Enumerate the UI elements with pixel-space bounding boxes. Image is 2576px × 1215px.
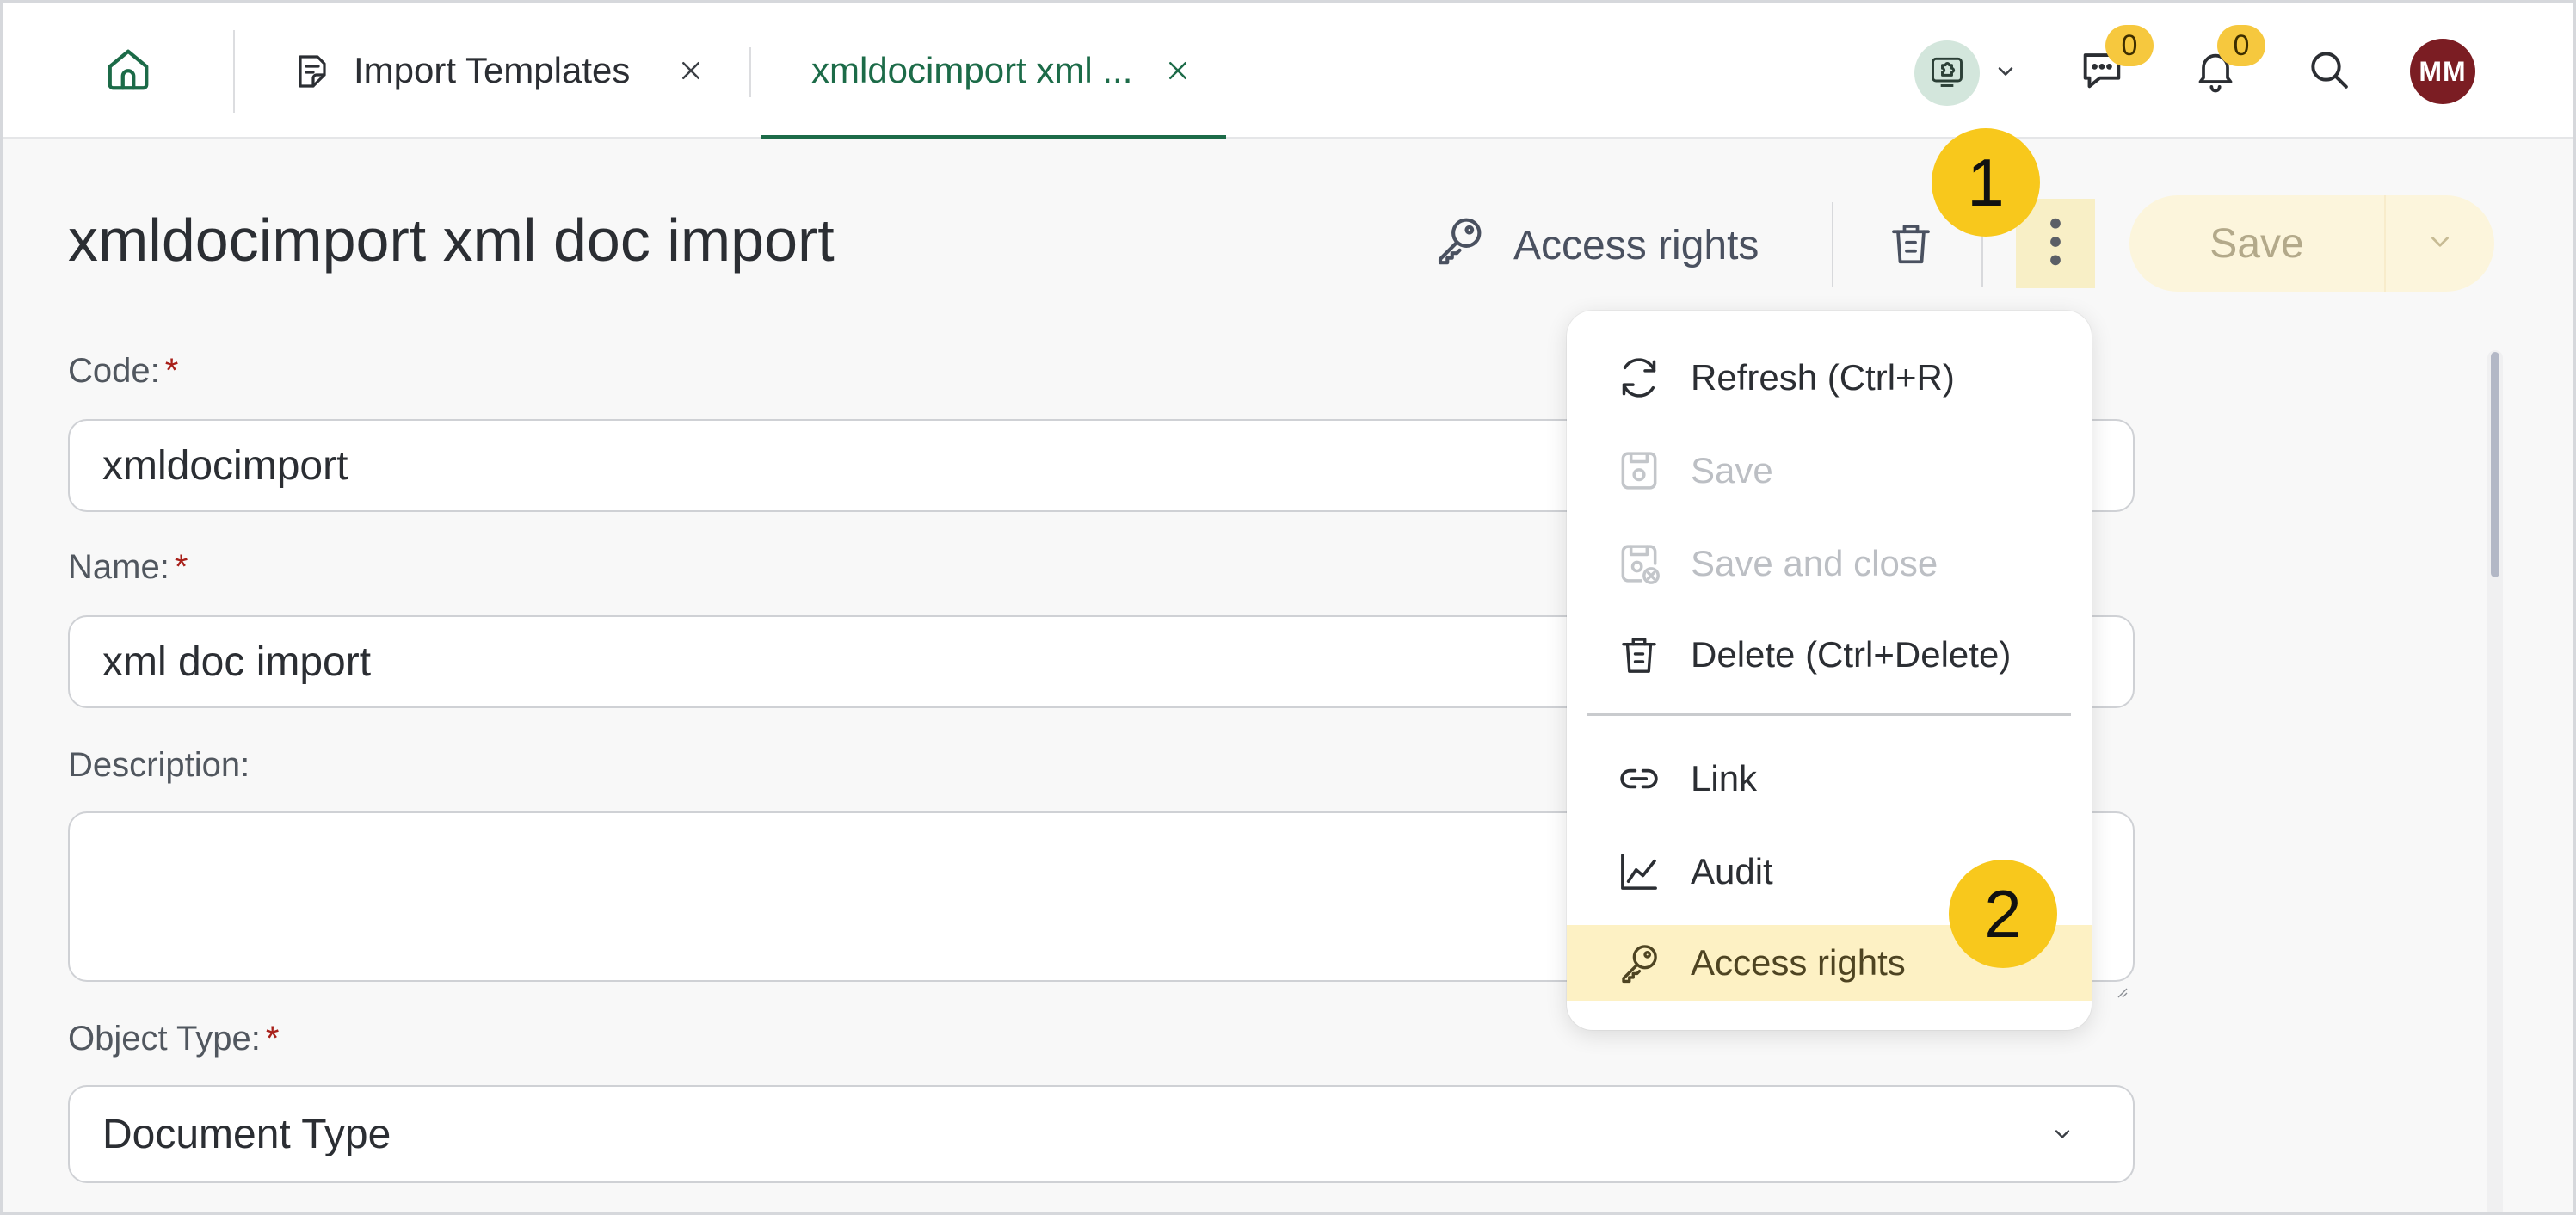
code-label-text: Code: [68, 352, 160, 390]
menu-item-link[interactable]: Link [1567, 741, 2092, 817]
search-icon [2305, 46, 2353, 98]
menu-divider [1587, 713, 2071, 716]
page-title: xmldocimport xml doc import [68, 207, 835, 274]
object-type-value: Document Type [102, 1111, 391, 1157]
chevron-down-icon [2425, 227, 2455, 261]
close-icon [1165, 51, 1191, 92]
app-switcher-dropdown[interactable] [1990, 58, 2021, 89]
save-split-button: Save [2129, 195, 2494, 292]
messages-count-badge: 0 [2105, 25, 2154, 66]
puzzle-icon [1928, 52, 1966, 95]
top-bar: Import Templates xmldocimport xml ... 0 … [3, 3, 2573, 139]
step-callout-2: 2 [1949, 860, 2057, 968]
chevron-down-icon [2047, 1119, 2078, 1150]
menu-item-label: Audit [1691, 851, 1773, 891]
close-icon [678, 51, 704, 92]
save-options-button[interactable] [2386, 227, 2494, 261]
required-mark: * [174, 548, 188, 586]
save-close-icon [1615, 540, 1663, 588]
chart-line-icon [1615, 848, 1663, 896]
required-mark: * [164, 352, 179, 390]
active-tab-indicator [761, 135, 1226, 139]
document-icon [292, 51, 333, 92]
save-icon [1615, 447, 1663, 495]
home-button[interactable] [97, 40, 159, 102]
tab-label: xmldocimport xml ... [811, 50, 1133, 90]
step-callout-1: 1 [1932, 128, 2040, 237]
home-icon [102, 44, 154, 100]
menu-item-label: Save [1691, 450, 1773, 490]
code-value: xmldocimport [102, 442, 348, 489]
name-label: Name: * [68, 548, 188, 587]
close-tab-button[interactable] [1161, 54, 1195, 89]
menu-item-save[interactable]: Save [1567, 433, 2092, 509]
menu-item-label: Refresh (Ctrl+R) [1691, 357, 1955, 398]
link-icon [1615, 755, 1663, 803]
more-vertical-icon [2047, 214, 2064, 274]
delete-button[interactable] [1878, 211, 1944, 280]
key-icon [1431, 212, 1488, 279]
tab-separator [749, 47, 751, 97]
name-value: xml doc import [102, 638, 372, 685]
object-type-label: Object Type: * [68, 1020, 279, 1058]
access-rights-button[interactable]: Access rights [1431, 209, 1759, 281]
tab-separator [233, 30, 235, 113]
description-label: Description: [68, 746, 250, 785]
tab-import-templates[interactable]: Import Templates [292, 3, 713, 139]
menu-item-refresh[interactable]: Refresh (Ctrl+R) [1567, 340, 2092, 416]
header-separator [1832, 202, 1833, 287]
menu-item-save-and-close[interactable]: Save and close [1567, 526, 2092, 601]
tab-xmldocimport[interactable]: xmldocimport xml ... [811, 3, 1207, 139]
tab-label: Import Templates [354, 50, 631, 90]
object-type-select[interactable]: Document Type [68, 1085, 2135, 1183]
resize-grip-icon[interactable] [2114, 961, 2128, 998]
access-rights-label: Access rights [1513, 222, 1759, 268]
name-label-text: Name: [68, 548, 169, 586]
user-avatar[interactable]: MM [2410, 39, 2475, 104]
code-label: Code: * [68, 352, 178, 391]
trash-icon [1615, 631, 1663, 679]
scrollbar-thumb[interactable] [2491, 352, 2499, 577]
search-button[interactable] [2300, 42, 2358, 101]
required-mark: * [265, 1020, 280, 1058]
menu-item-label: Delete (Ctrl+Delete) [1691, 634, 2012, 675]
object-type-label-text: Object Type: [68, 1020, 261, 1058]
description-label-text: Description: [68, 746, 250, 784]
save-button[interactable]: Save [2129, 195, 2384, 292]
app-switcher-button[interactable] [1914, 40, 1980, 106]
key-icon [1615, 939, 1663, 987]
menu-item-label: Save and close [1691, 543, 1938, 583]
menu-item-label: Link [1691, 758, 1758, 799]
menu-item-delete[interactable]: Delete (Ctrl+Delete) [1567, 617, 2092, 693]
refresh-icon [1615, 354, 1663, 402]
notifications-count-badge: 0 [2217, 25, 2265, 66]
app-window: Import Templates xmldocimport xml ... 0 … [0, 0, 2576, 1215]
menu-item-label: Access rights [1691, 942, 1906, 983]
trash-icon [1885, 218, 1937, 274]
chevron-down-icon [1994, 59, 2018, 88]
close-tab-button[interactable] [674, 54, 708, 89]
